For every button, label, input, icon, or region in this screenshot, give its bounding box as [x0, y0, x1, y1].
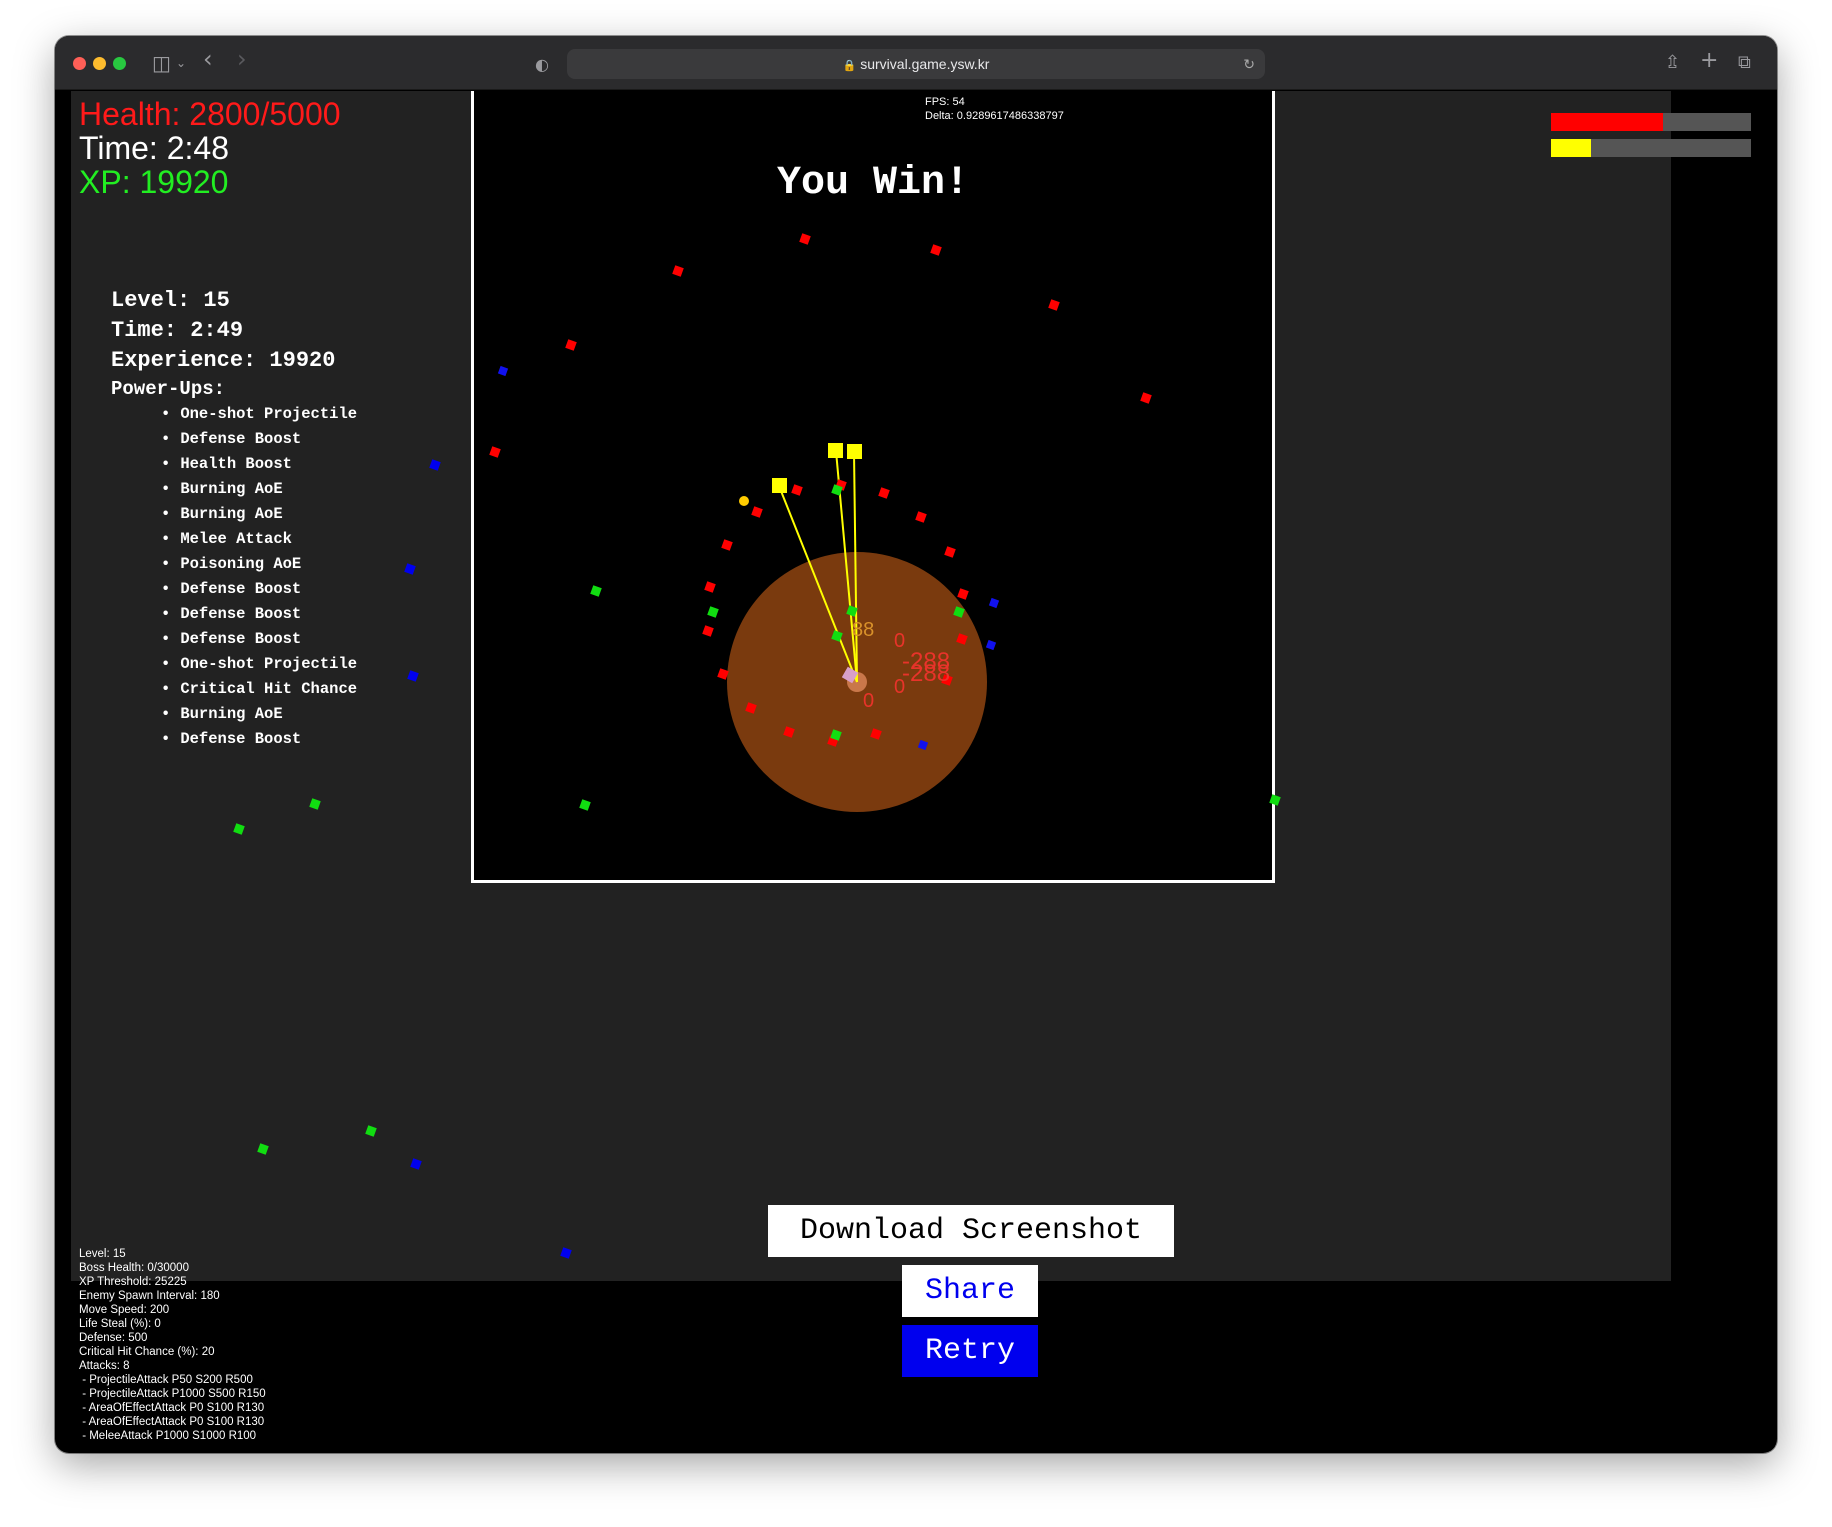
health-bar	[1551, 113, 1751, 131]
outside-gem-group	[233, 459, 1281, 1259]
debug-line: Life Steal (%): 0	[79, 1318, 161, 1330]
retry-button[interactable]: Retry	[902, 1325, 1038, 1377]
debug-line: Move Speed: 200	[79, 1304, 170, 1316]
new-tab-icon[interactable]: +	[1700, 50, 1718, 72]
scattered-gem	[1269, 794, 1281, 806]
debug-line: Attacks: 8	[79, 1360, 130, 1372]
browser-toolbar: ◫ ⌄ ‹ › ◐ 🔒 survival.game.ysw.kr ↻ ⇫ + ⧉	[55, 36, 1777, 90]
scattered-gem	[429, 459, 441, 471]
chevron-down-icon[interactable]: ⌄	[176, 53, 186, 73]
powerups-list: One-shot ProjectileDefense BoostHealth B…	[161, 402, 357, 752]
game-summary: Level: 15 Time: 2:49 Experience: 19920 P…	[111, 286, 357, 752]
reload-icon[interactable]: ↻	[1243, 49, 1255, 79]
health-bar-fill	[1551, 113, 1663, 131]
powerup-item: Defense Boost	[161, 627, 357, 652]
xp-bar	[1551, 139, 1751, 157]
scattered-gem	[309, 798, 321, 810]
debug-line: Defense: 500	[79, 1332, 148, 1344]
back-icon[interactable]: ‹	[203, 47, 213, 71]
scattered-gem	[257, 1143, 269, 1155]
health-readout: Health: 2800/5000	[79, 96, 341, 132]
powerups-title: Power-Ups:	[111, 378, 226, 400]
scattered-gem	[407, 670, 419, 682]
debug-line: - ProjectileAttack P1000 S500 R150	[79, 1388, 266, 1400]
delta-text: Delta: 0.9289617486338797	[925, 110, 1064, 122]
time-readout: Time: 2:48	[79, 130, 229, 166]
forward-icon[interactable]: ›	[237, 47, 247, 71]
summary-level: Level: 15	[111, 288, 230, 313]
debug-line: Boss Health: 0/30000	[79, 1262, 189, 1274]
minimize-window-button[interactable]	[93, 57, 106, 70]
powerup-item: Burning AoE	[161, 702, 357, 727]
powerup-item: Poisoning AoE	[161, 552, 357, 577]
fps-text: FPS: 54	[925, 96, 965, 108]
debug-line: - AreaOfEffectAttack P0 S100 R130	[79, 1402, 265, 1414]
win-title: You Win!	[776, 161, 970, 206]
scattered-gem	[410, 1158, 422, 1170]
debug-line: Critical Hit Chance (%): 20	[79, 1346, 215, 1358]
hud-stats: Health: 2800/5000 Time: 2:48 XP: 19920	[79, 97, 341, 199]
debug-line: XP Threshold: 25225	[79, 1276, 187, 1288]
browser-window: ◫ ⌄ ‹ › ◐ 🔒 survival.game.ysw.kr ↻ ⇫ + ⧉	[55, 36, 1777, 1453]
lock-icon: 🔒	[842, 60, 857, 72]
close-window-button[interactable]	[73, 57, 86, 70]
scattered-gem	[233, 823, 245, 835]
powerup-item: Burning AoE	[161, 477, 357, 502]
debug-line: Enemy Spawn Interval: 180	[79, 1290, 220, 1302]
debug-line: - ProjectileAttack P50 S200 R500	[79, 1374, 253, 1386]
address-bar[interactable]: 🔒 survival.game.ysw.kr ↻	[567, 49, 1265, 79]
powerup-item: Defense Boost	[161, 427, 357, 452]
powerup-item: One-shot Projectile	[161, 652, 357, 677]
powerup-item: Defense Boost	[161, 602, 357, 627]
game-viewport[interactable]: 0 -288 -288 0 0 88 FPS: 54 Delta: 0.9289…	[71, 91, 1775, 1451]
summary-experience: Experience: 19920	[111, 348, 336, 373]
powerup-item: Melee Attack	[161, 527, 357, 552]
powerup-item: Critical Hit Chance	[161, 677, 357, 702]
powerup-item: Health Boost	[161, 452, 357, 477]
privacy-shield-icon[interactable]: ◐	[535, 55, 549, 75]
powerup-item: Defense Boost	[161, 727, 357, 752]
debug-line: - MeleeAttack P1000 S1000 R100	[79, 1430, 257, 1442]
scattered-gem	[560, 1247, 572, 1259]
powerup-item: Burning AoE	[161, 502, 357, 527]
sidebar-icon[interactable]: ◫	[152, 53, 171, 73]
share-icon[interactable]: ⇫	[1665, 53, 1680, 73]
debug-fps: FPS: 54 Delta: 0.9289617486338797	[925, 95, 1064, 123]
debug-line: Level: 15	[79, 1248, 126, 1260]
debug-line: - AreaOfEffectAttack P0 S100 R130	[79, 1416, 265, 1428]
scattered-gem	[579, 799, 591, 811]
powerup-item: One-shot Projectile	[161, 402, 357, 427]
debug-panel: Level: 15 Boss Health: 0/30000 XP Threshol…	[79, 1247, 266, 1443]
scattered-gem	[365, 1125, 377, 1137]
xp-readout: XP: 19920	[79, 164, 229, 200]
powerup-item: Defense Boost	[161, 577, 357, 602]
share-button[interactable]: Share	[902, 1265, 1038, 1317]
summary-time: Time: 2:49	[111, 318, 244, 343]
url-text: survival.game.ysw.kr	[860, 56, 990, 72]
scattered-gem	[404, 563, 416, 575]
tab-overview-icon[interactable]: ⧉	[1738, 53, 1751, 73]
download-screenshot-button[interactable]: Download Screenshot	[768, 1205, 1174, 1257]
zoom-window-button[interactable]	[113, 57, 126, 70]
xp-bar-fill	[1551, 139, 1591, 157]
